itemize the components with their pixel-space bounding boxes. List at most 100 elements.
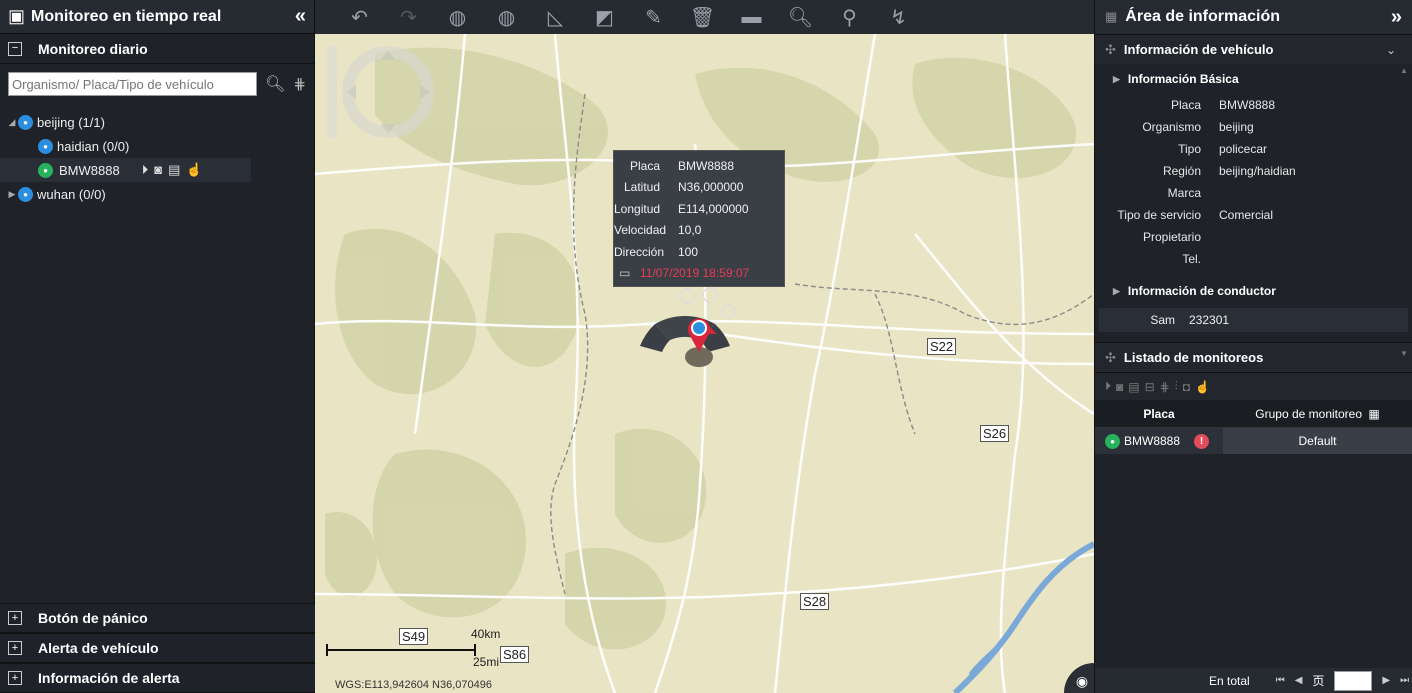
pointer-icon[interactable]: ☝ <box>1195 380 1210 394</box>
scrollbar[interactable]: ▲ ▼ <box>1400 66 1410 358</box>
driver-info-header[interactable]: ▶ Información de conductor <box>1095 276 1412 306</box>
alert-info-section-header[interactable]: + Información de alerta <box>0 663 315 693</box>
globe-icon[interactable]: ◍ <box>433 5 482 30</box>
alert-icon[interactable]: ! <box>1194 433 1210 449</box>
vehicle-info-label: Información de vehículo <box>1123 42 1274 57</box>
camera-icon[interactable]: ◙ <box>154 162 162 178</box>
panic-section-label: Botón de pánico <box>38 610 148 626</box>
left-panel-title: Monitoreo en tiempo real <box>31 7 222 25</box>
collapse-left-icon[interactable]: « <box>295 5 306 28</box>
panic-section-header[interactable]: + Botón de pánico <box>0 603 315 633</box>
field-row: Tipo de servicio Comercial <box>1117 208 1274 222</box>
globe-search-icon[interactable]: ◍ <box>482 5 531 30</box>
vehicle-fields: Placa BMW8888 Organismo beijing Tipo police… <box>1095 94 1412 270</box>
car-icon: ● <box>1105 433 1120 449</box>
calendar-icon[interactable]: ▦ <box>1368 407 1379 421</box>
tree-node-vehicle[interactable]: ● BMW8888 ⏵ ◙ ▤ ☝ <box>0 158 251 182</box>
daily-section-header[interactable]: − Monitoreo diario <box>0 34 314 64</box>
field-row: Organismo beijing <box>1142 120 1254 134</box>
drag-handle-icon[interactable]: ✣ <box>1105 42 1116 58</box>
ruler-triangle-icon[interactable]: ◺ <box>531 5 580 30</box>
video-card-icon[interactable]: ▭ <box>614 266 640 280</box>
car-icon: ● <box>38 162 53 178</box>
sliders-icon[interactable]: ⫶ <box>1175 379 1178 394</box>
redo-icon[interactable]: ↷ <box>384 5 433 30</box>
page-char: 页 <box>1312 674 1325 688</box>
last-page-icon[interactable]: ⏭ <box>1400 675 1409 686</box>
pointer-icon[interactable]: ☝ <box>186 162 202 178</box>
vehicle-tree: ◢ ● beijing (1/1) ● haidian (0/0) ● BMW8… <box>0 110 314 206</box>
expand-box-icon[interactable]: + <box>8 641 22 655</box>
popup-row: Dirección 100 <box>614 244 699 259</box>
basic-info-header[interactable]: ▶ Información Básica <box>1095 64 1412 94</box>
vehicle-popup: Placa BMW8888 Latitud N36,000000 Longitud E… <box>613 150 785 287</box>
table-row[interactable]: ● BMW8888 ! Default <box>1095 428 1412 454</box>
driver-row[interactable]: Sam 232301 <box>1099 308 1408 332</box>
driver-id: 232301 <box>1189 313 1230 327</box>
road-label-s26: S26 <box>980 425 1010 442</box>
first-page-icon[interactable]: ⏮ <box>1276 675 1285 686</box>
minus-box-icon[interactable]: ⊟ <box>1145 380 1155 394</box>
row-placa-cell: ● BMW8888 ! <box>1095 433 1223 449</box>
location-pin-icon[interactable]: ⚲ <box>825 5 874 30</box>
grid-filter-icon[interactable]: ⋕ <box>293 75 306 93</box>
film-icon[interactable]: ▤ <box>1128 380 1139 394</box>
scroll-up-icon[interactable]: ▲ <box>1400 66 1408 75</box>
trash-icon[interactable]: 🗑︎ <box>678 5 727 30</box>
pencil-icon[interactable]: ✎ <box>629 5 678 30</box>
popup-row: Longitud E114,000000 <box>614 201 749 216</box>
pagination-footer: En total ⏮ ◀ 页 ▶ ⏭ <box>1095 668 1412 693</box>
right-panel-title: Área de información <box>1125 8 1280 25</box>
monitor-list-header[interactable]: ✣ Listado de monitoreos <box>1095 342 1412 372</box>
tree-node-beijing[interactable]: ◢ ● beijing (1/1) <box>0 110 314 134</box>
collapsed-arrow-icon[interactable]: ▶ <box>6 189 18 200</box>
tree-label-beijing: beijing (1/1) <box>37 114 105 130</box>
scroll-down-icon[interactable]: ▼ <box>1400 349 1408 358</box>
area-measure-icon[interactable]: ◩ <box>580 5 629 30</box>
undo-icon[interactable]: ↶ <box>335 5 384 30</box>
print-icon[interactable]: ▬ <box>727 6 776 29</box>
tree-label-vehicle: BMW8888 <box>59 162 120 178</box>
right-header: ▦ Área de información » <box>1095 0 1412 34</box>
expand-box-icon[interactable]: + <box>8 671 22 685</box>
vehicle-alert-section-header[interactable]: + Alerta de vehículo <box>0 633 315 663</box>
road-label-s86: S86 <box>500 646 530 663</box>
snapshot-icon[interactable]: ◘ <box>1183 380 1190 394</box>
driver-name: Sam <box>1150 313 1175 327</box>
chevron-down-icon[interactable]: ⌄ <box>1386 43 1396 57</box>
expand-box-icon[interactable]: + <box>8 611 22 625</box>
popup-time-row: ▭ 11/07/2019 18:59:07 <box>614 263 784 285</box>
vehicle-alert-section-label: Alerta de vehículo <box>38 640 159 656</box>
play-icon[interactable]: ⏵ <box>1105 379 1111 394</box>
group-icon: ● <box>18 186 33 202</box>
group-icon: ● <box>38 138 53 154</box>
left-header: ▣ Monitoreo en tiempo real « <box>0 0 314 34</box>
expanded-arrow-icon[interactable]: ◢ <box>6 117 18 128</box>
film-icon[interactable]: ▤ <box>168 162 180 178</box>
tree-node-haidian[interactable]: ● haidian (0/0) <box>0 134 314 158</box>
col-placa[interactable]: Placa <box>1095 407 1223 421</box>
prev-page-icon[interactable]: ◀ <box>1295 675 1303 686</box>
grid-filter-icon[interactable]: ⋕ <box>1160 380 1170 394</box>
bus-icon: ▣ <box>8 6 26 26</box>
drag-handle-icon[interactable]: ✣ <box>1105 350 1116 366</box>
tree-node-wuhan[interactable]: ▶ ● wuhan (0/0) <box>0 182 314 206</box>
vehicle-info-header[interactable]: ✣ Información de vehículo ⌄ <box>1095 34 1412 64</box>
route-icon[interactable]: ↯ <box>874 5 923 30</box>
collapse-right-icon[interactable]: » <box>1391 6 1402 29</box>
zoom-search-icon[interactable]: 🔍︎ <box>776 5 825 30</box>
map-canvas[interactable]: S22 S26 S28 S49 S86 40km 25mi WGS:E113,9… <box>315 34 1094 693</box>
search-icon[interactable]: 🔍︎ <box>265 74 285 94</box>
expand-arrow-icon[interactable]: ▶ <box>1113 74 1120 85</box>
search-input[interactable] <box>8 72 258 96</box>
expand-arrow-icon[interactable]: ▶ <box>1113 286 1120 297</box>
camera-icon[interactable]: ◙ <box>1116 380 1123 394</box>
col-grupo[interactable]: Grupo de monitoreo ▦ <box>1223 407 1412 421</box>
play-icon[interactable]: ⏵ <box>142 162 149 178</box>
next-page-icon[interactable]: ▶ <box>1382 675 1390 686</box>
page-input[interactable] <box>1334 670 1373 691</box>
total-label: En total <box>1209 673 1250 688</box>
popup-row: Latitud N36,000000 <box>623 180 744 195</box>
map-toolbar: ↶ ↷ ◍ ◍ ◺ ◩ ✎ 🗑︎ ▬ 🔍︎ ⚲ ↯ <box>315 0 1094 34</box>
collapse-box-icon[interactable]: − <box>8 41 22 56</box>
